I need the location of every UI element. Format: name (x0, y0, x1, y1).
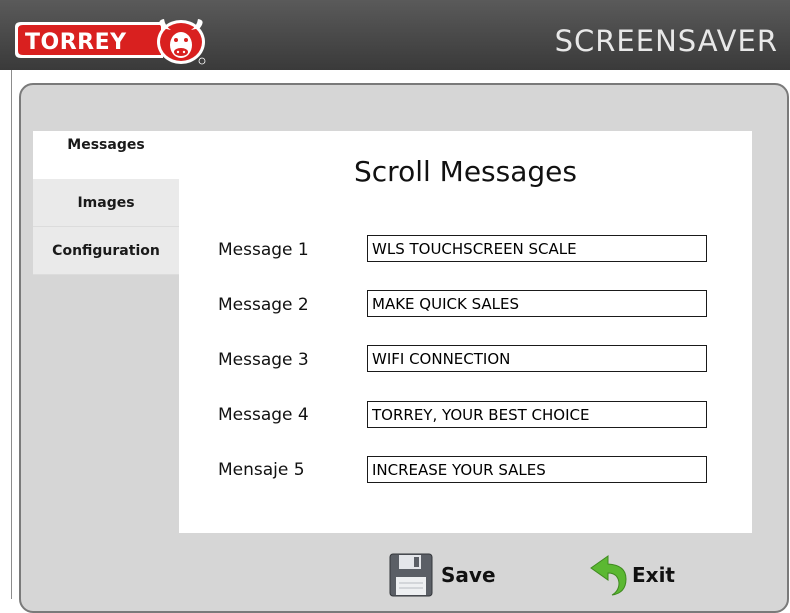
message-5-input[interactable] (367, 456, 707, 483)
message-3-label: Message 3 (218, 350, 309, 370)
left-divider (11, 70, 12, 599)
tab-messages-label: Messages (67, 137, 145, 153)
exit-button[interactable]: Exit (588, 553, 675, 597)
header-bar: TORREY SCREENSAVER (0, 0, 790, 70)
torrey-logo: TORREY (15, 19, 206, 65)
tab-list: Messages Images Configuration (33, 131, 179, 275)
message-5-label: Mensaje 5 (218, 460, 305, 480)
back-arrow-icon (590, 555, 627, 596)
message-4-label: Message 4 (218, 405, 309, 425)
messages-panel: Scroll Messages Message 1 Message 2 Mess… (179, 131, 752, 533)
screen-title: SCREENSAVER (554, 24, 778, 58)
message-1-label: Message 1 (218, 240, 309, 260)
message-1-input[interactable] (367, 235, 707, 262)
bull-head-icon (157, 19, 205, 64)
message-3-input[interactable] (367, 345, 707, 372)
logo-text: TORREY (25, 30, 127, 55)
floppy-disk-icon (389, 553, 433, 597)
panel-title: Scroll Messages (354, 155, 577, 188)
save-button[interactable]: Save (389, 553, 496, 597)
message-2-label: Message 2 (218, 295, 309, 315)
tab-images-label: Images (77, 194, 135, 211)
tab-configuration-label: Configuration (52, 242, 160, 259)
message-4-input[interactable] (367, 401, 707, 428)
tab-images[interactable]: Images (33, 179, 179, 227)
tab-messages[interactable]: Messages (33, 131, 179, 179)
exit-label: Exit (632, 563, 675, 587)
tab-configuration[interactable]: Configuration (33, 227, 179, 275)
save-label: Save (441, 563, 496, 587)
message-2-input[interactable] (367, 290, 707, 317)
left-margin (0, 70, 11, 599)
